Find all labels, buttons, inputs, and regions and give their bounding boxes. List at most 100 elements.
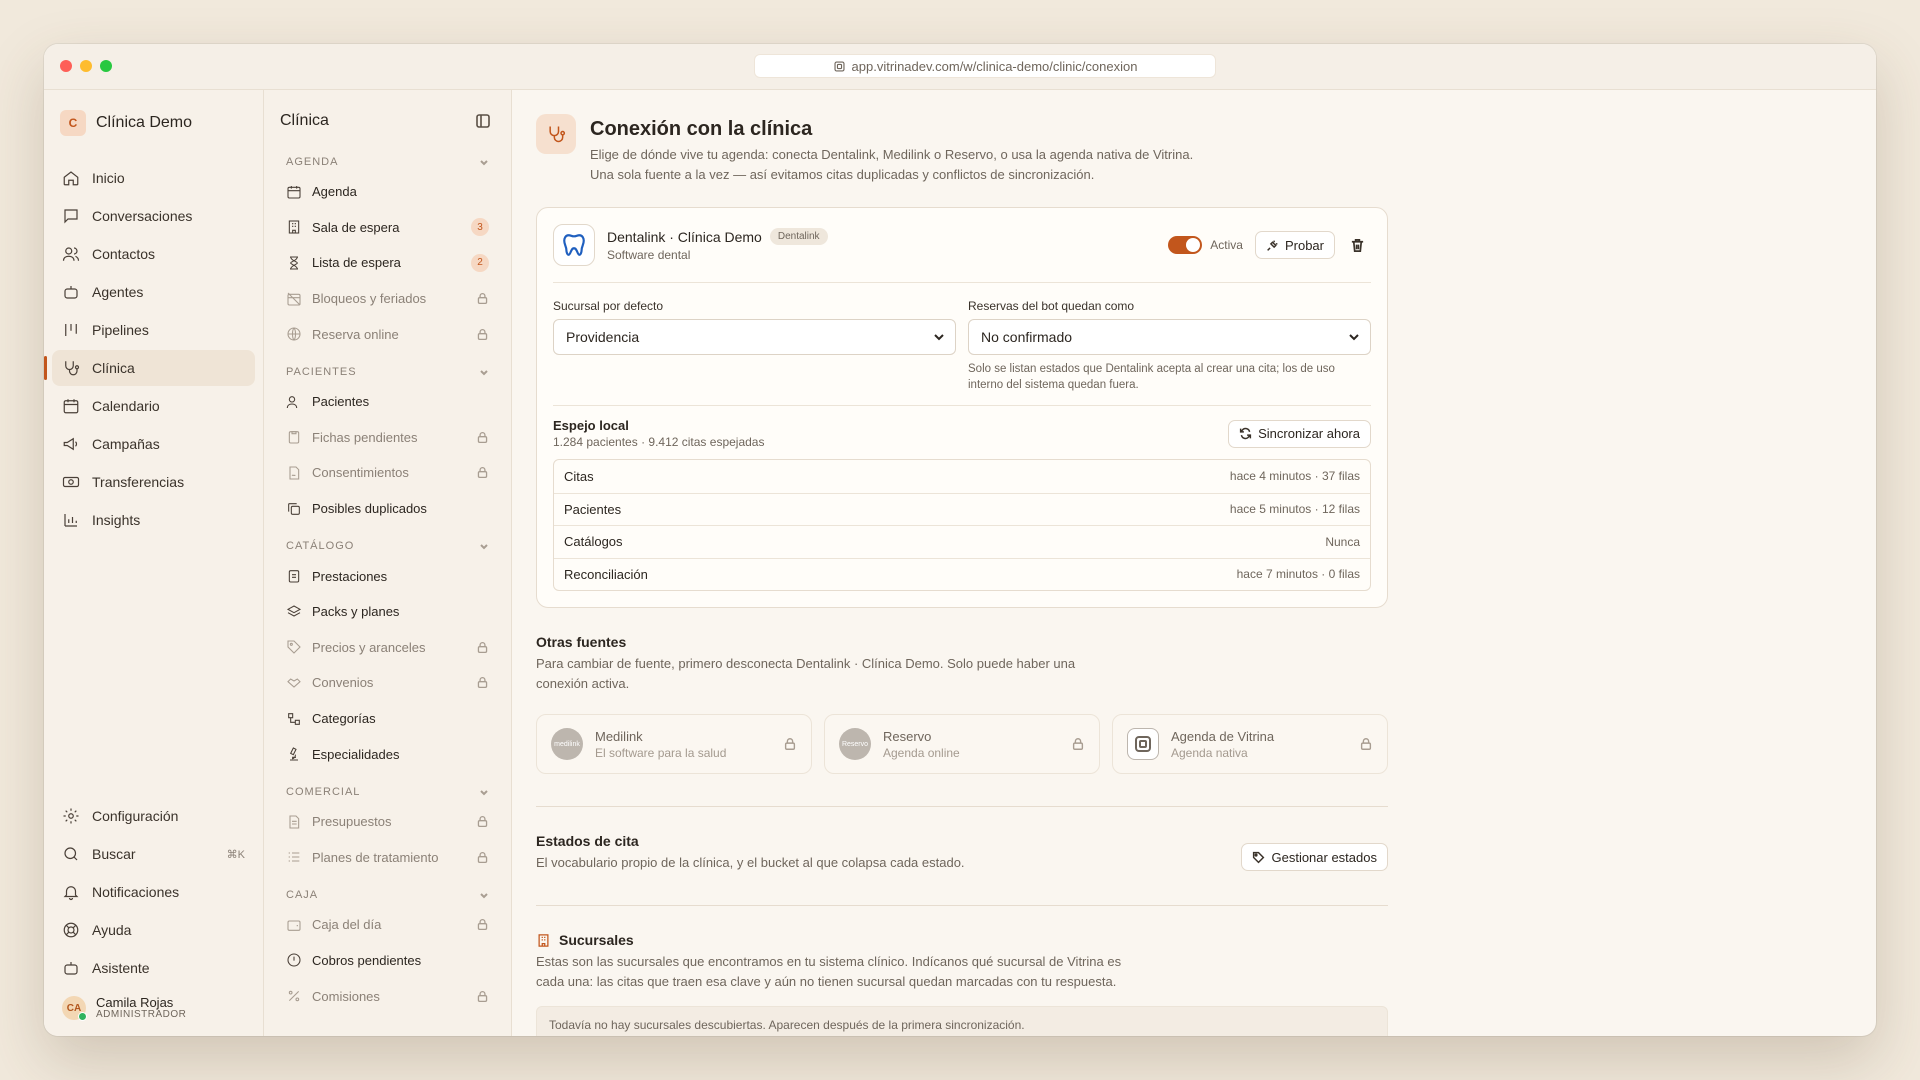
subnav-item-precios[interactable]: Precios y aranceles — [264, 630, 511, 666]
user-profile[interactable]: CA Camila Rojas ADMINISTRADOR — [44, 988, 263, 1021]
subnav-item-cobros[interactable]: Cobros pendientes — [264, 943, 511, 979]
clinic-subnav: Clínica AGENDA Agenda Sala de espera 3 Li… — [264, 90, 512, 1036]
collapse-sidebar-icon[interactable] — [475, 113, 491, 129]
nav-item-pipelines[interactable]: Pipelines — [52, 312, 255, 348]
subnav-item-agenda[interactable]: Agenda — [264, 174, 511, 210]
subnav-item-pacientes[interactable]: Pacientes — [264, 384, 511, 420]
refresh-icon — [1240, 427, 1252, 440]
nav-item-notificaciones[interactable]: Notificaciones — [52, 874, 255, 910]
sidebar-footer: Configuración Buscar ⌘K Notificaciones A… — [44, 796, 263, 1021]
booking-status-hint: Solo se listan estados que Dentalink ace… — [968, 363, 1335, 391]
section-caja[interactable]: CAJA — [264, 883, 511, 907]
reservo-logo: Reservo — [839, 728, 871, 760]
wallet-icon — [287, 920, 301, 931]
page-description-1: Elige de dónde vive tu agenda: conecta D… — [590, 147, 1194, 162]
main-nav: Inicio Conversaciones Contactos Agentes … — [44, 160, 263, 538]
subnav-item-sala-de-espera[interactable]: Sala de espera 3 — [264, 210, 511, 246]
nav-item-insights[interactable]: Insights — [52, 502, 255, 538]
subnav-item-caja-del-dia[interactable]: Caja del día — [264, 907, 511, 943]
stethoscope-icon — [549, 126, 566, 143]
bell-icon — [63, 886, 79, 901]
chevron-down-icon — [480, 160, 488, 166]
nav-item-configuracion[interactable]: Configuración — [52, 798, 255, 834]
nav-item-buscar[interactable]: Buscar ⌘K — [52, 836, 255, 872]
section-catalogo[interactable]: CATÁLOGO — [264, 534, 511, 558]
org-name: Clínica Demo — [96, 114, 193, 131]
main-content: Conexión con la clínica Elige de dónde v… — [512, 90, 1876, 1036]
provider-tag: Dentalink — [769, 228, 828, 245]
close-window-button[interactable] — [60, 60, 72, 72]
subnav-item-consentimientos[interactable]: Consentimientos — [264, 455, 511, 491]
avatar: CA — [62, 996, 87, 1021]
lock-icon — [477, 641, 488, 653]
connection-name: Dentalink · Clínica Demo Dentalink — [607, 228, 828, 245]
subnav-item-planes-tratamiento[interactable]: Planes de tratamiento — [264, 840, 511, 876]
delete-connection-button[interactable] — [1343, 231, 1371, 259]
connection-settings: Sucursal por defecto Providencia Reserva… — [553, 283, 1371, 406]
test-connection-button[interactable]: Probar — [1254, 231, 1335, 259]
source-reservo[interactable]: Reservo Reservo Agenda online — [824, 714, 1100, 774]
subnav-item-duplicados[interactable]: Posibles duplicados — [264, 491, 511, 527]
table-row: Pacientes hace 5 minutos · 12 filas — [554, 492, 1370, 526]
chevron-down-icon — [480, 790, 488, 796]
vitrina-icon — [1135, 736, 1151, 752]
minimize-window-button[interactable] — [80, 60, 92, 72]
subnav-item-reserva-online[interactable]: Reserva online — [264, 316, 511, 352]
branches-empty-state: Todavía no hay sucursales descubiertas. … — [536, 1006, 1388, 1036]
alert-circle-icon — [287, 953, 301, 968]
active-toggle[interactable] — [1168, 236, 1203, 254]
source-medilink[interactable]: medilink Medilink El software para la sal… — [536, 714, 812, 774]
nav-item-agentes[interactable]: Agentes — [52, 274, 255, 310]
branch-select[interactable]: Providencia — [553, 319, 956, 355]
branch-field: Sucursal por defecto Providencia — [553, 299, 956, 393]
bot-icon — [64, 286, 78, 299]
hourglass-icon — [290, 256, 298, 270]
tooth-icon — [563, 234, 585, 256]
subnav-item-convenios[interactable]: Convenios — [264, 665, 511, 701]
nav-item-clinica[interactable]: Clínica — [44, 350, 255, 386]
subnav-item-presupuestos[interactable]: Presupuestos — [264, 804, 511, 840]
subnav-item-fichas[interactable]: Fichas pendientes — [264, 420, 511, 456]
gear-icon — [63, 808, 79, 824]
medilink-logo: medilink — [551, 728, 583, 760]
subnav-item-prestaciones[interactable]: Prestaciones — [264, 558, 511, 594]
lock-icon — [477, 919, 488, 931]
nav-item-ayuda[interactable]: Ayuda — [52, 912, 255, 948]
table-row: Catálogos Nunca — [554, 525, 1370, 558]
nav-item-transferencias[interactable]: Transferencias — [52, 464, 255, 500]
manage-states-button[interactable]: Gestionar estados — [1241, 843, 1388, 871]
url-bar[interactable]: app.vitrinadev.com/w/clinica-demo/clinic… — [754, 54, 1216, 78]
lock-icon — [477, 677, 488, 689]
org-switcher[interactable]: C Clínica Demo — [44, 90, 263, 148]
nav-item-campanas[interactable]: Campañas — [52, 426, 255, 462]
percent-icon — [288, 990, 300, 1002]
page-description-2: Una sola fuente a la vez — así evitamos … — [590, 167, 1095, 182]
maximize-window-button[interactable] — [100, 60, 112, 72]
building-icon — [288, 220, 300, 234]
subnav-item-lista-de-espera[interactable]: Lista de espera 2 — [264, 245, 511, 281]
booking-status-select[interactable]: No confirmado — [968, 319, 1371, 355]
section-pacientes[interactable]: PACIENTES — [264, 360, 511, 384]
pipeline-icon — [65, 324, 77, 336]
subnav-item-categorias[interactable]: Categorías — [264, 701, 511, 737]
section-comercial[interactable]: COMERCIAL — [264, 780, 511, 804]
count-badge: 2 — [471, 253, 489, 272]
section-agenda[interactable]: AGENDA — [264, 150, 511, 174]
org-avatar: C — [60, 110, 86, 136]
nav-item-contactos[interactable]: Contactos — [52, 236, 255, 272]
subnav-item-bloqueos[interactable]: Bloqueos y feriados — [264, 281, 511, 317]
subnav-item-especialidades[interactable]: Especialidades — [264, 736, 511, 772]
site-icon — [834, 60, 845, 72]
nav-item-conversaciones[interactable]: Conversaciones — [52, 198, 255, 234]
nav-item-asistente[interactable]: Asistente — [52, 950, 255, 986]
nav-item-calendario[interactable]: Calendario — [52, 388, 255, 424]
subnav-item-packs[interactable]: Packs y planes — [264, 594, 511, 630]
booking-status-label: Reservas del bot quedan como — [968, 299, 1135, 313]
lock-icon — [1072, 738, 1084, 750]
subnav-item-comisiones[interactable]: Comisiones — [264, 978, 511, 1014]
source-vitrina[interactable]: Agenda de Vitrina Agenda nativa — [1112, 714, 1388, 774]
nav-item-inicio[interactable]: Inicio — [52, 160, 255, 196]
mirror-header: Espejo local 1.284 pacientes · 9.412 cit… — [553, 406, 1371, 449]
chat-icon — [64, 209, 78, 224]
sync-now-button[interactable]: Sincronizar ahora — [1228, 419, 1371, 448]
